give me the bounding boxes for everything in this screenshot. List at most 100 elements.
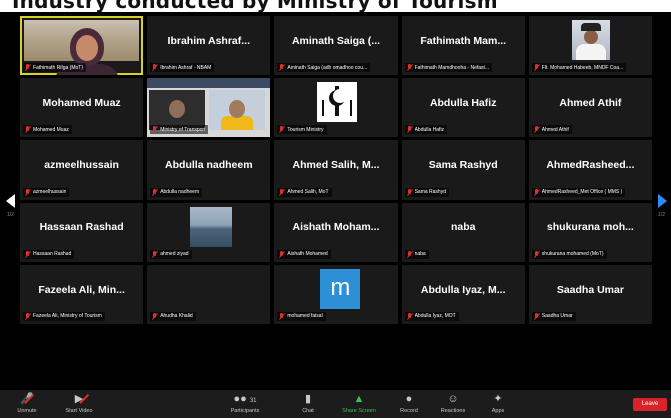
participant-name: Fathimath Mam... bbox=[420, 34, 507, 47]
participant-label: Hassaan Rashad bbox=[23, 249, 75, 259]
participant-tile[interactable]: naba naba bbox=[401, 202, 525, 262]
participant-tile[interactable]: ahmed ziyad bbox=[147, 202, 271, 262]
participant-tile[interactable]: AhmedRasheed... AhmedRasheed_Met Office … bbox=[528, 140, 652, 200]
profile-photo bbox=[571, 20, 610, 60]
muted-mic-icon bbox=[279, 250, 285, 258]
participant-label-text: AhmedRasheed_Met Office ( MMS ) bbox=[541, 189, 623, 195]
share-screen-icon: ▲ bbox=[353, 393, 365, 405]
meeting-toolbar: 🎤 Unmute ▶ Start Video ●● 31 Participant… bbox=[0, 390, 671, 418]
chat-bubble-icon: ▮ bbox=[304, 393, 312, 405]
apps-button[interactable]: ✦ Apps bbox=[475, 392, 521, 414]
participant-name: azmeelhussain bbox=[44, 159, 119, 172]
participant-label: Aminath Saiga (adh omadhoo cou... bbox=[277, 63, 371, 73]
participant-tile[interactable]: Saadha Umar Saadha Umar bbox=[528, 264, 652, 324]
participant-tile[interactable]: Hassaan Rashad Hassaan Rashad bbox=[20, 202, 144, 262]
participant-tile[interactable]: Abdulla Iyaz, M... Abdulla Iyaz, MOT bbox=[401, 264, 525, 324]
participant-tile[interactable]: Ibrahim Ashraf... Ibrahim Ashraf - NBAM bbox=[147, 16, 271, 76]
muted-mic-icon bbox=[279, 312, 285, 320]
participant-name: Ibrahim Ashraf... bbox=[167, 34, 251, 47]
chat-button[interactable]: ▮ Chat bbox=[285, 392, 331, 414]
reactions-button[interactable]: ☺ Reactions bbox=[430, 392, 476, 414]
prev-page-indicator: 1/2 bbox=[7, 212, 14, 218]
participant-label: mohamed faisal bbox=[277, 311, 326, 321]
participant-label: Abdulla Iyaz, MOT bbox=[404, 311, 459, 321]
participant-label-text: Ministry of Transport bbox=[160, 126, 206, 133]
muted-mic-icon bbox=[25, 188, 31, 196]
microphone-icon: 🎤 bbox=[20, 392, 34, 406]
participant-tile[interactable]: shukurana moh... shukurana mohamed (MoT) bbox=[528, 202, 652, 262]
muted-mic-icon bbox=[407, 250, 413, 258]
participant-label: Tourism Ministry bbox=[277, 125, 327, 135]
next-page-arrow-icon[interactable] bbox=[658, 194, 667, 208]
participants-button[interactable]: ●● 31 Participants bbox=[222, 392, 268, 414]
profile-photo bbox=[190, 206, 233, 247]
participant-label-text: Ahudha Khalid bbox=[160, 313, 193, 320]
participant-label: Abdulla nadheem bbox=[150, 187, 203, 197]
record-icon: ● bbox=[405, 393, 413, 405]
share-screen-button[interactable]: ▲ Share Screen bbox=[336, 392, 382, 414]
participant-label-text: Fathimath Mamdhooha - Nefast... bbox=[414, 64, 490, 71]
participants-count: 31 bbox=[249, 398, 257, 404]
participant-tile[interactable]: Ahmed Athif Ahmed Athif bbox=[528, 78, 652, 138]
participant-label: naba bbox=[404, 249, 429, 259]
prev-page-arrow-icon[interactable] bbox=[6, 194, 15, 208]
muted-mic-icon bbox=[25, 312, 31, 320]
participant-tile[interactable]: Aishath Moham... Aishath Mohamed bbox=[274, 202, 398, 262]
participant-label-text: Ibrahim Ashraf - NBAM bbox=[160, 64, 212, 71]
participant-label: azmeelhussain bbox=[23, 187, 70, 197]
participant-tile[interactable]: Ahmed Salih, M... Ahmed Salih, MoT bbox=[274, 140, 398, 200]
participant-label-text: Sama Rashyd bbox=[414, 189, 446, 195]
participant-name: Aishath Moham... bbox=[292, 221, 380, 234]
participant-tile[interactable]: Fathimath Rifga (MoT) bbox=[20, 16, 144, 76]
participant-label: Sama Rashyd bbox=[404, 187, 449, 197]
participant-label: Ahudha Khalid bbox=[150, 311, 196, 321]
participant-label: Ministry of Transport bbox=[150, 125, 209, 135]
national-emblem-icon bbox=[317, 82, 358, 123]
participant-label-text: Abdulla Hafiz bbox=[414, 126, 445, 133]
participant-tile[interactable]: Mohamed Muaz Mohamed Muaz bbox=[20, 78, 144, 138]
participant-tile[interactable]: Sama Rashyd Sama Rashyd bbox=[401, 140, 525, 200]
participant-label-text: Mohamed Muaz bbox=[33, 126, 69, 133]
start-video-label: Start Video bbox=[65, 408, 93, 414]
participant-label: ahmed ziyad bbox=[150, 249, 192, 259]
participant-label: Abdulla Hafiz bbox=[404, 125, 448, 135]
record-button[interactable]: ● Record bbox=[386, 392, 432, 414]
start-video-button[interactable]: ▶ Start Video bbox=[56, 392, 102, 414]
participant-tile[interactable]: Abdulla Hafiz Abdulla Hafiz bbox=[401, 78, 525, 138]
unmute-button[interactable]: 🎤 Unmute bbox=[4, 392, 50, 414]
participant-label-text: Ahmed Athif bbox=[541, 126, 569, 133]
muted-mic-icon bbox=[407, 64, 413, 71]
participant-tile[interactable]: Fazeela Ali, Min... Fazeela Ali, Ministr… bbox=[20, 264, 144, 324]
participant-tile[interactable]: azmeelhussain azmeelhussain bbox=[20, 140, 144, 200]
muted-mic-icon bbox=[152, 188, 158, 196]
muted-mic-icon bbox=[279, 126, 285, 133]
muted-mic-icon bbox=[407, 126, 413, 133]
participant-label: Mohamed Muaz bbox=[23, 125, 72, 135]
participant-tile[interactable]: Fathimath Mam... Fathimath Mamdhooha - N… bbox=[401, 16, 525, 76]
participant-name: Mohamed Muaz bbox=[42, 97, 121, 109]
muted-mic-icon bbox=[534, 64, 540, 71]
caption-text: Industry conducted by Ministry of Touris… bbox=[12, 0, 498, 12]
participant-tile[interactable]: Ministry of Transport bbox=[147, 78, 271, 138]
leave-button[interactable]: Leave bbox=[633, 398, 667, 411]
participant-tile[interactable]: Aminath Saiga (... Aminath Saiga (adh om… bbox=[274, 16, 398, 76]
participant-name: Sama Rashyd bbox=[428, 159, 498, 172]
participant-label: AhmedRasheed_Met Office ( MMS ) bbox=[531, 187, 626, 197]
participant-name: Ahmed Athif bbox=[559, 97, 622, 109]
record-label: Record bbox=[400, 408, 418, 414]
participant-tile[interactable]: m mohamed faisal bbox=[274, 264, 398, 324]
participant-name: AhmedRasheed... bbox=[546, 159, 635, 172]
reactions-label: Reactions bbox=[440, 408, 466, 414]
participant-tile[interactable]: Abdulla nadheem Abdulla nadheem bbox=[147, 140, 271, 200]
participant-video bbox=[24, 20, 140, 76]
participant-tile[interactable]: Ahudha Khalid bbox=[147, 264, 271, 324]
muted-mic-icon bbox=[279, 188, 285, 196]
participant-tile[interactable]: Flt. Mohamed Habeeb, MNDF Coa... bbox=[528, 16, 652, 76]
participant-tile[interactable]: Tourism Ministry bbox=[274, 78, 398, 138]
participant-label-text: Flt. Mohamed Habeeb, MNDF Coa... bbox=[541, 64, 624, 71]
muted-mic-icon bbox=[152, 312, 158, 320]
participants-label: Participants bbox=[230, 408, 260, 414]
participant-name: Aminath Saiga (... bbox=[291, 34, 381, 47]
chat-label: Chat bbox=[302, 408, 314, 414]
participant-label-text: Aminath Saiga (adh omadhoo cou... bbox=[287, 64, 368, 71]
